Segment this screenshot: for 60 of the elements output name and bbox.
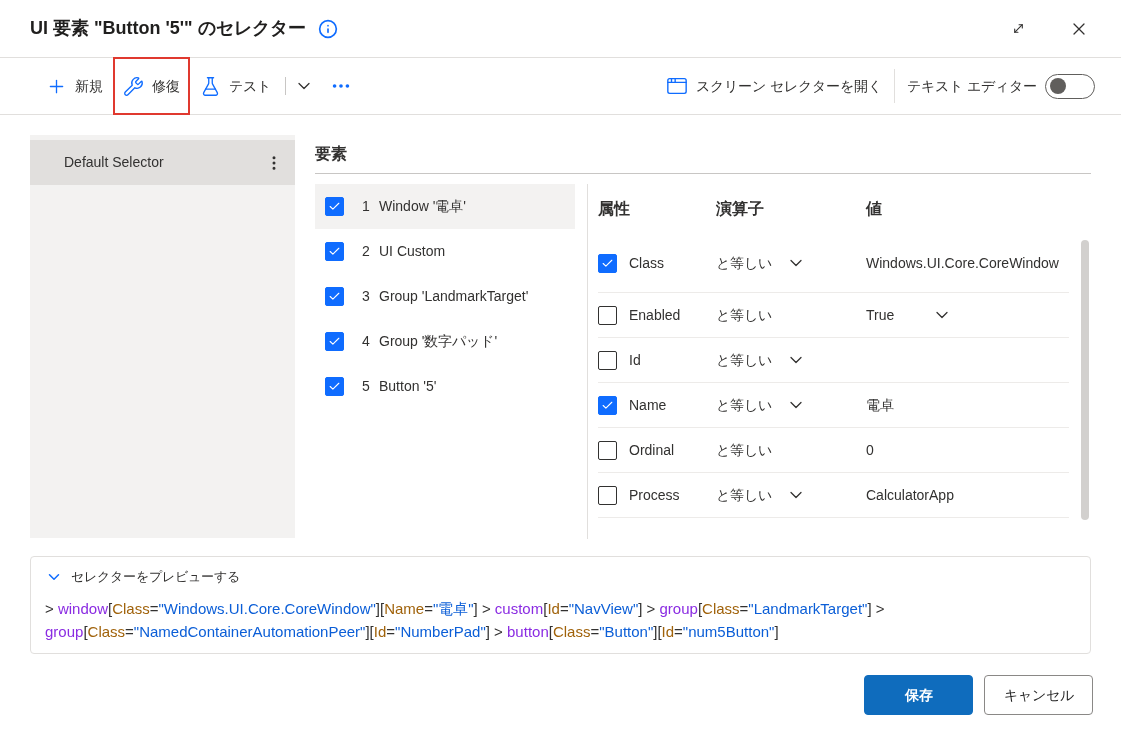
operator-text: と等しい <box>716 485 773 505</box>
toolbar-button[interactable]: 修復 <box>113 57 190 115</box>
window-title: UI 要素 "Button '5'" のセレクター <box>30 17 306 40</box>
toolbar-button[interactable]: 新規 <box>36 57 113 115</box>
text-editor-label: テキスト エディター <box>907 76 1037 96</box>
checkmark-icon <box>328 380 341 393</box>
attribute-name: Name <box>629 395 667 415</box>
scrollbar[interactable] <box>1081 240 1089 520</box>
operator-text: と等しい <box>716 305 773 325</box>
column-header: 属性 <box>598 199 631 219</box>
column-header: 値 <box>866 199 882 219</box>
attribute-name: Enabled <box>629 305 681 325</box>
element-item[interactable]: 2 UI Custom <box>315 229 575 274</box>
attribute-value: Windows.UI.Core.CoreWindow <box>866 254 1059 273</box>
attribute-name: Ordinal <box>629 440 675 460</box>
checkmark-icon <box>328 335 341 348</box>
operator-text: と等しい <box>716 440 773 460</box>
checkbox[interactable] <box>325 197 344 216</box>
checkmark-icon <box>328 290 341 303</box>
element-item[interactable]: 5 Button '5' <box>315 364 575 409</box>
selector-item[interactable]: Default Selector <box>30 140 295 185</box>
checkbox[interactable] <box>598 350 617 370</box>
checkbox[interactable] <box>325 377 344 396</box>
checkbox[interactable] <box>325 242 344 261</box>
selector-preview-text: > window[Class="Windows.UI.Core.CoreWindow"][Name="電卓"] > custom[Id="NavView"] > group[Class="LandmarkTarget"] > group[Class="NamedContainerAutomationPeer"][Id="NumberPad"] > button[Class="Button"][Id="num5Button"] <box>45 598 886 642</box>
attribute-name: Id <box>629 350 641 370</box>
checkbox[interactable] <box>325 332 344 351</box>
attribute-value: True <box>866 306 895 325</box>
cancel-button[interactable]: キャンセル <box>984 675 1093 715</box>
element-item[interactable]: 3 Group 'LandmarkTarget' <box>315 274 575 319</box>
attribute-name: Class <box>629 253 664 273</box>
operator-text: と等しい <box>716 395 773 415</box>
element-item[interactable]: 4 Group '数字パッド' <box>315 319 575 364</box>
operator-text: と等しい <box>716 253 773 273</box>
expand-icon[interactable] <box>1012 22 1025 35</box>
attribute-value: 電卓 <box>866 396 894 415</box>
window-icon <box>666 75 689 97</box>
save-button[interactable]: 保存 <box>864 675 973 715</box>
checkmark-icon <box>328 200 341 213</box>
info-icon[interactable] <box>317 18 338 39</box>
checkmark-icon <box>328 245 341 258</box>
checkbox[interactable] <box>325 287 344 306</box>
checkbox[interactable] <box>598 253 617 273</box>
wrench-icon <box>123 75 144 97</box>
checkbox[interactable] <box>598 305 617 325</box>
checkbox[interactable] <box>598 485 617 505</box>
attribute-value: 0 <box>866 441 874 460</box>
toggle-switch[interactable] <box>1045 73 1095 99</box>
preview-title: セレクターをプレビューする <box>71 568 240 586</box>
checkbox[interactable] <box>598 395 617 415</box>
flask-icon <box>200 75 221 97</box>
checkbox[interactable] <box>598 440 617 460</box>
screen-selector-button[interactable]: スクリーン セレクターを開く <box>666 75 895 97</box>
toolbar-button[interactable]: テスト <box>190 57 281 115</box>
section-heading: 要素 <box>315 144 347 164</box>
element-item[interactable]: 1 Window '電卓' <box>315 184 575 229</box>
attribute-value: CalculatorApp <box>866 486 954 505</box>
operator-text: と等しい <box>716 350 773 370</box>
attribute-name: Process <box>629 485 680 505</box>
column-header: 演算子 <box>716 199 765 219</box>
